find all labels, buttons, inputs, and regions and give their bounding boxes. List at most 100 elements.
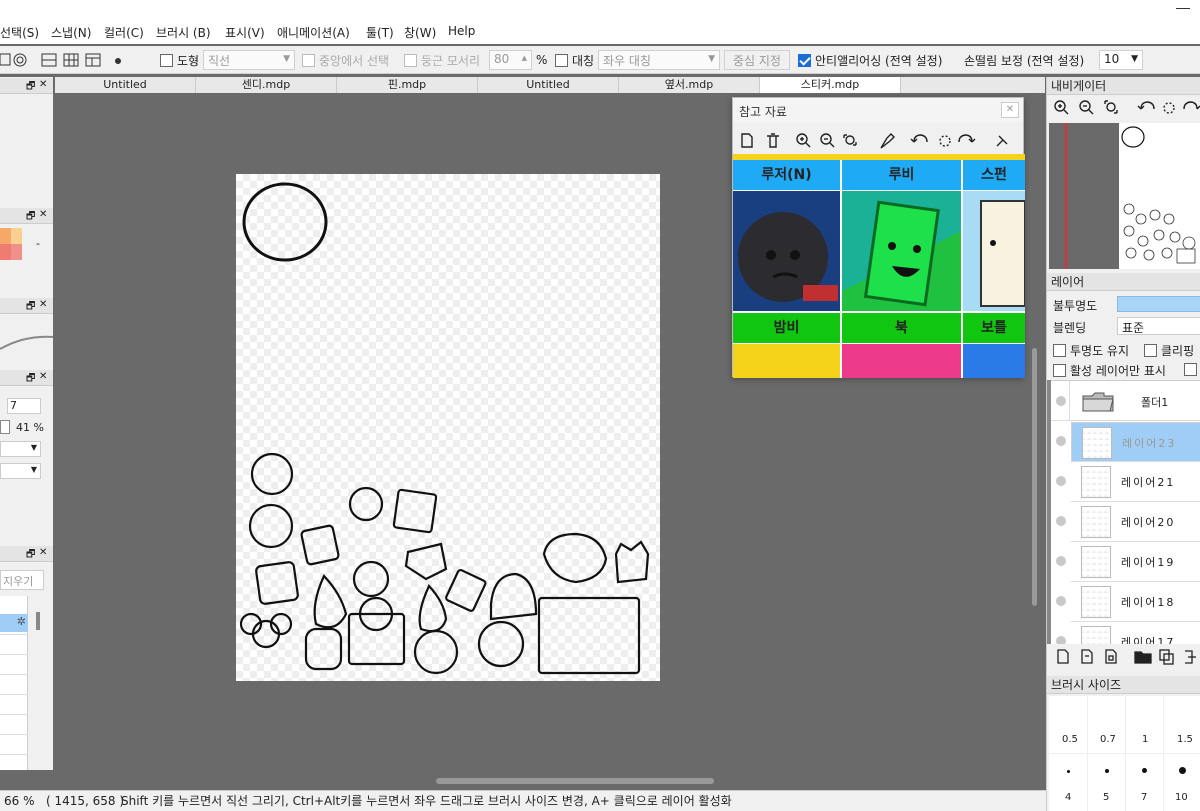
brush-size-cell[interactable]: 7 bbox=[1125, 753, 1163, 811]
tab-sticker[interactable]: 스티커.mdp bbox=[760, 77, 901, 93]
visibility-icon[interactable] bbox=[1056, 596, 1066, 606]
close-icon[interactable]: ✕ bbox=[39, 547, 47, 558]
layer-item[interactable]: 레이어21 bbox=[1071, 462, 1200, 502]
layer-name: 레이어18 bbox=[1121, 596, 1176, 609]
brush-size-cell[interactable]: 5 bbox=[1087, 753, 1125, 811]
right-panels: 내비게이터 레이어 불투명도 블렌딩 표준 투명도 유지 클리핑 활성 레이어만… bbox=[1046, 77, 1200, 811]
brush-size-input[interactable]: 7 bbox=[7, 398, 41, 414]
restore-icon[interactable]: 🗗 bbox=[26, 299, 35, 316]
brush-size-cell[interactable]: 1.5 bbox=[1163, 696, 1200, 753]
layer-item[interactable]: 레이어19 bbox=[1071, 542, 1200, 582]
brush-size-value: 0.5 bbox=[1062, 734, 1078, 745]
ref-image-bomby bbox=[733, 191, 840, 311]
drawing-canvas[interactable] bbox=[236, 174, 660, 681]
blend-select[interactable]: 표준 bbox=[1117, 317, 1200, 335]
navigator-preview[interactable] bbox=[1049, 123, 1200, 269]
brush-size-cell[interactable]: 10 bbox=[1163, 753, 1200, 811]
brush-size-cell[interactable]: 0.7 bbox=[1087, 696, 1125, 753]
extra-checkbox[interactable] bbox=[1184, 363, 1197, 376]
layer-opacity-slider[interactable] bbox=[1117, 296, 1200, 312]
brush-size-cell[interactable]: 0.5 bbox=[1049, 696, 1087, 753]
close-icon[interactable]: ✕ bbox=[1001, 102, 1019, 118]
close-icon[interactable]: ✕ bbox=[39, 209, 47, 220]
opacity-checkbox[interactable] bbox=[0, 420, 10, 434]
menu-tools[interactable]: 툴(T) bbox=[366, 24, 394, 41]
visibility-icon[interactable] bbox=[1056, 476, 1066, 486]
navigator-toolbar[interactable] bbox=[1051, 98, 1200, 118]
left-list-scrollbar[interactable] bbox=[36, 612, 40, 630]
color-swatches[interactable] bbox=[0, 228, 22, 260]
menu-color[interactable]: 컬러(C) bbox=[104, 24, 144, 41]
reference-image[interactable]: 루저(N) 루비 스펀 밤비 북 보틀 bbox=[733, 154, 1025, 378]
line-select[interactable]: 직선 ▼ bbox=[203, 50, 295, 70]
keep-opacity-checkbox[interactable]: 투명도 유지 bbox=[1053, 340, 1129, 360]
menu-animation[interactable]: 애니메이션(A) bbox=[277, 24, 350, 41]
visibility-icon[interactable] bbox=[1056, 516, 1066, 526]
chevron-down-icon: ▼ bbox=[30, 465, 37, 474]
visibility-icon[interactable] bbox=[1056, 556, 1066, 566]
tab-sendi[interactable]: 센디.mdp bbox=[196, 77, 337, 93]
layer-thumbnail bbox=[1081, 626, 1111, 644]
menu-brush[interactable]: 브러시 (B) bbox=[156, 24, 211, 41]
layer-name: 레이어19 bbox=[1121, 556, 1176, 569]
center-select-checkbox[interactable]: 중앙에서 선택 bbox=[302, 50, 389, 70]
layer-folder-row[interactable]: 폴더1 bbox=[1049, 381, 1200, 421]
brush-size-cell[interactable]: 4 bbox=[1049, 753, 1087, 811]
opacity-label: 불투명도 bbox=[1053, 299, 1098, 313]
clipping-checkbox[interactable]: 클리핑 bbox=[1144, 340, 1194, 360]
left-select-1[interactable]: ▼ bbox=[0, 441, 41, 457]
shape-checkbox[interactable]: 도형 bbox=[160, 50, 199, 70]
antialias-checkbox[interactable]: 안티앨리어싱 (전역 설정) bbox=[798, 50, 942, 70]
tab-postcard[interactable]: 옆서.mdp bbox=[619, 77, 760, 93]
canvas-horizontal-scrollbar[interactable] bbox=[436, 778, 714, 784]
antialias-label: 안티앨리어싱 (전역 설정) bbox=[815, 53, 943, 68]
close-icon[interactable]: ✕ bbox=[39, 299, 47, 310]
restore-icon[interactable]: 🗗 bbox=[26, 371, 35, 388]
ref-label-loser: 루저(N) bbox=[733, 160, 840, 190]
visibility-icon[interactable] bbox=[1056, 636, 1066, 644]
menu-select[interactable]: 선택(S) bbox=[0, 24, 39, 41]
gear-icon: ✲ bbox=[16, 615, 26, 628]
left-select-2[interactable]: ▼ bbox=[0, 463, 41, 479]
stabilizer-select[interactable]: 10 ▼ bbox=[1099, 50, 1143, 70]
restore-icon[interactable]: 🗗 bbox=[26, 209, 35, 226]
layer-item[interactable]: 레이어20 bbox=[1071, 502, 1200, 542]
menu-view[interactable]: 표시(V) bbox=[225, 24, 265, 41]
visibility-icon[interactable] bbox=[1056, 436, 1066, 446]
layer-item[interactable]: 레이어18 bbox=[1071, 582, 1200, 622]
tab-untitled-1[interactable]: Untitled bbox=[55, 77, 196, 93]
layer-item[interactable]: 레이어23 bbox=[1071, 422, 1200, 462]
document-tabs: Untitled 센디.mdp 핀.mdp Untitled 옆서.mdp 스티… bbox=[55, 77, 1045, 93]
menu-snap[interactable]: 스냅(N) bbox=[51, 24, 91, 41]
close-icon[interactable]: ✕ bbox=[39, 79, 47, 90]
layer-list-scrollbar[interactable] bbox=[1047, 380, 1051, 644]
symmetry-select[interactable]: 좌우 대칭 ▼ bbox=[598, 50, 720, 70]
restore-icon[interactable]: 🗗 bbox=[26, 79, 35, 96]
layer-item[interactable]: 레이어17 bbox=[1071, 622, 1200, 644]
shape-tool-icons[interactable] bbox=[0, 52, 150, 68]
canvas-vertical-scrollbar[interactable] bbox=[1032, 348, 1037, 606]
toolbar: 도형 직선 ▼ 중앙에서 선택 둥근 모서리 80 ▲ % 대칭 좌우 대칭 ▼ 중심… bbox=[0, 46, 1200, 74]
navigator-viewport[interactable] bbox=[1065, 123, 1067, 269]
center-set-button[interactable]: 중심 지정 bbox=[724, 50, 790, 70]
active-only-checkbox[interactable]: 활성 레이어만 표시 bbox=[1053, 360, 1166, 380]
reference-toolbar[interactable] bbox=[739, 132, 1019, 150]
status-hint: Shift 키를 누르면서 직선 그리기, Ctrl+Alt키를 누르면서 좌우… bbox=[121, 794, 732, 808]
visibility-icon[interactable] bbox=[1056, 396, 1066, 406]
menu-help[interactable]: Help bbox=[448, 24, 475, 38]
round-corner-value[interactable]: 80 ▲ bbox=[489, 50, 532, 70]
close-icon[interactable]: ✕ bbox=[39, 371, 47, 382]
round-corner-checkbox[interactable]: 둥근 모서리 bbox=[404, 50, 480, 70]
layer-actions[interactable] bbox=[1055, 648, 1200, 666]
status-bar: 66 % ( 1415, 658 ) Shift 키를 누르면서 직선 그리기,… bbox=[0, 790, 1046, 811]
symmetry-checkbox[interactable]: 대칭 bbox=[555, 50, 594, 70]
brush-size-cell[interactable]: 1 bbox=[1125, 696, 1163, 753]
minimize-icon[interactable] bbox=[1176, 8, 1190, 9]
tab-pin[interactable]: 핀.mdp bbox=[337, 77, 478, 93]
tab-untitled-2[interactable]: Untitled bbox=[478, 77, 619, 93]
stabilizer-label: 손떨림 보정 (전역 설정) bbox=[964, 53, 1085, 68]
eraser-field[interactable]: 지우기 bbox=[0, 570, 44, 590]
restore-icon[interactable]: 🗗 bbox=[26, 547, 35, 564]
left-list-selected[interactable]: ✲ bbox=[0, 614, 28, 632]
menu-window[interactable]: 창(W) bbox=[404, 24, 436, 41]
